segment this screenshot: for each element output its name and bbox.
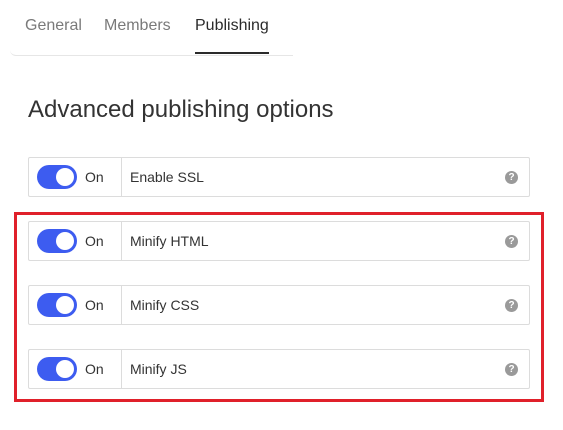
help-icon[interactable]: ? <box>505 362 518 376</box>
toggle-cell: On <box>29 350 122 388</box>
enable-ssl-toggle[interactable] <box>37 165 77 189</box>
minify-css-toggle[interactable] <box>37 293 77 317</box>
tab-bar: General Members Publishing <box>10 0 293 56</box>
help-icon[interactable]: ? <box>505 234 518 248</box>
toggle-knob <box>56 168 74 186</box>
toggle-state-label: On <box>85 169 104 185</box>
option-label: Minify CSS <box>130 297 200 313</box>
toggle-cell: On <box>29 158 122 196</box>
page-title: Advanced publishing options <box>28 96 334 123</box>
option-row-enable-ssl: On Enable SSL ? <box>28 157 530 197</box>
toggle-state-label: On <box>85 297 104 313</box>
option-label: Enable SSL <box>130 169 204 185</box>
toggle-knob <box>56 360 74 378</box>
toggle-cell: On <box>29 286 122 324</box>
option-row-minify-css: On Minify CSS ? <box>28 285 530 325</box>
option-label: Minify JS <box>130 361 187 377</box>
tab-general[interactable]: General <box>25 0 82 54</box>
tab-publishing[interactable]: Publishing <box>195 0 269 54</box>
minify-html-toggle[interactable] <box>37 229 77 253</box>
minify-js-toggle[interactable] <box>37 357 77 381</box>
toggle-knob <box>56 296 74 314</box>
option-row-minify-js: On Minify JS ? <box>28 349 530 389</box>
help-icon[interactable]: ? <box>505 170 518 184</box>
option-row-minify-html: On Minify HTML ? <box>28 221 530 261</box>
publishing-settings-page: General Members Publishing Advanced publ… <box>0 0 563 430</box>
help-icon[interactable]: ? <box>505 298 518 312</box>
option-label: Minify HTML <box>130 233 209 249</box>
toggle-state-label: On <box>85 361 104 377</box>
toggle-cell: On <box>29 222 122 260</box>
toggle-knob <box>56 232 74 250</box>
tab-members[interactable]: Members <box>104 0 171 54</box>
toggle-state-label: On <box>85 233 104 249</box>
